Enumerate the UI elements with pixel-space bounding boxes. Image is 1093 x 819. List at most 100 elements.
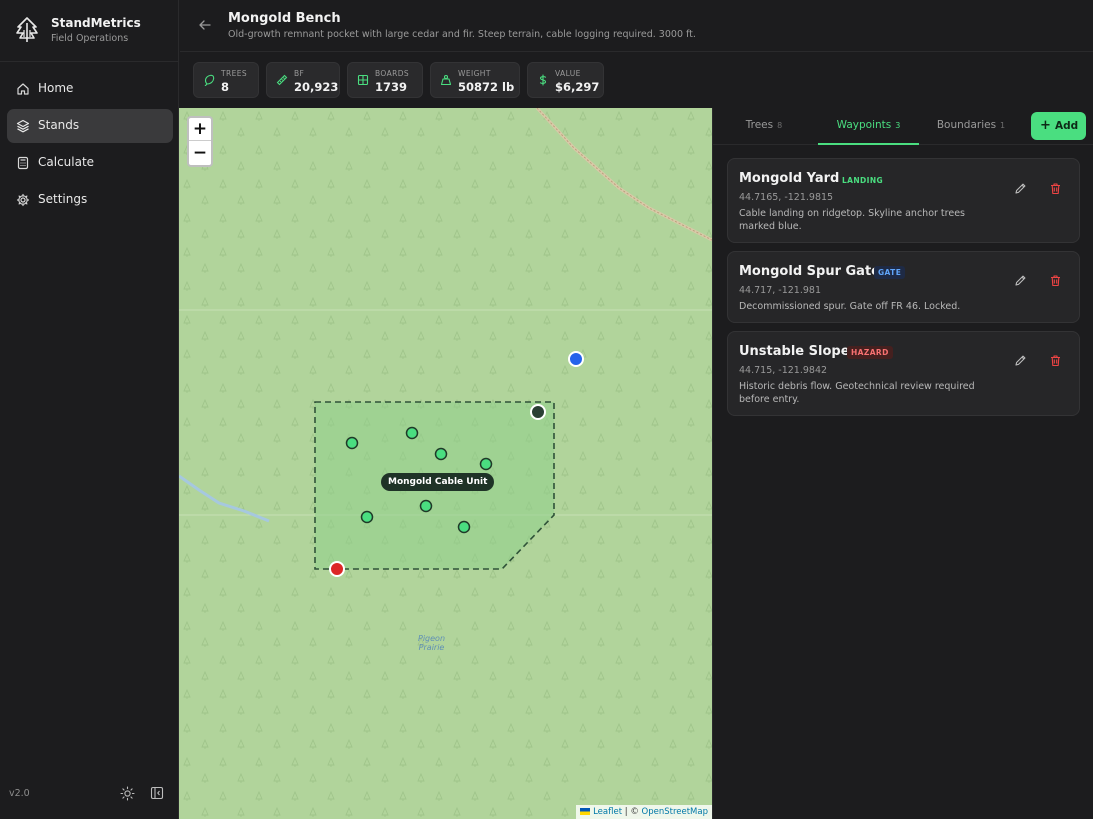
stat-value: $6,297	[555, 80, 600, 94]
leaflet-link[interactable]: Leaflet	[593, 807, 622, 817]
nav-item-calculate[interactable]: Calculate	[7, 146, 173, 180]
collapse-sidebar-icon[interactable]	[150, 786, 164, 800]
polygon-label: Mongold Cable Unit	[381, 473, 495, 491]
zoom-in-button[interactable]: +	[189, 118, 211, 141]
tab-boundaries[interactable]: Boundaries 1	[929, 108, 1013, 145]
place-label-line2: Prairie	[418, 643, 445, 652]
tree-marker[interactable]	[360, 510, 374, 524]
stat-label: BF	[294, 69, 305, 78]
waypoint-coords: 44.717, -121.981	[739, 285, 821, 296]
stat-trees: TREES 8	[193, 62, 259, 98]
gear-icon	[16, 193, 30, 207]
app-root: StandMetrics Field Operations Home Stand…	[0, 0, 1093, 819]
sidebar: StandMetrics Field Operations Home Stand…	[0, 0, 179, 819]
page-header: Mongold Bench Old-growth remnant pocket …	[180, 0, 1093, 52]
tab-count: 3	[895, 121, 901, 130]
tab-label: Boundaries	[936, 119, 997, 131]
tab-trees[interactable]: Trees 8	[731, 108, 797, 145]
map-view[interactable]: Mongold Cable Unit Pigeon Prairie + − Le…	[179, 108, 712, 819]
waypoint-description: Historic debris flow. Geotechnical revie…	[739, 381, 975, 405]
brand: StandMetrics Field Operations	[0, 0, 179, 62]
theme-toggle-sun-icon[interactable]	[120, 786, 135, 801]
nav-item-stands[interactable]: Stands	[7, 109, 173, 143]
nav-label-stands: Stands	[38, 118, 80, 132]
waypoint-description: Cable landing on ridgetop. Skyline ancho…	[739, 208, 965, 232]
delete-trash-icon[interactable]	[1049, 354, 1062, 367]
stat-boards: BOARDS 1739	[347, 62, 423, 98]
nav-label-home: Home	[38, 81, 74, 95]
tab-waypoints[interactable]: Waypoints 3	[818, 108, 919, 145]
stat-value: 1739	[375, 80, 408, 94]
nav-label-settings: Settings	[38, 192, 88, 206]
app-name: StandMetrics	[51, 16, 141, 30]
edit-pencil-icon[interactable]	[1014, 354, 1027, 367]
tree-marker[interactable]	[405, 426, 419, 440]
place-label: Pigeon Prairie	[418, 634, 445, 652]
ruler-icon	[276, 74, 288, 86]
waypoint-card-landing[interactable]: Mongold Yard LANDING 44.7165, -121.9815 …	[727, 158, 1080, 243]
logo-icon	[16, 17, 38, 42]
delete-trash-icon[interactable]	[1049, 274, 1062, 287]
dollar-icon	[539, 74, 547, 86]
back-arrow-icon[interactable]	[198, 18, 212, 32]
tree-marker[interactable]	[419, 499, 433, 513]
landing-waypoint-marker[interactable]	[530, 404, 546, 420]
tab-count: 8	[777, 121, 783, 130]
nav-item-settings[interactable]: Settings	[7, 183, 173, 217]
page-subtitle: Old-growth remnant pocket with large ced…	[228, 29, 696, 40]
stat-label: BOARDS	[375, 69, 410, 78]
layers-icon	[16, 119, 30, 133]
tree-marker[interactable]	[457, 520, 471, 534]
waypoint-type-badge: LANDING	[842, 176, 884, 185]
tab-count: 1	[1000, 121, 1006, 130]
stat-label: WEIGHT	[458, 69, 491, 78]
map-attribution: Leaflet | © OpenStreetMap	[576, 805, 712, 819]
stats-bar: TREES 8 BF 20,923 BOARDS 1739 WEIGHT 508…	[180, 52, 1093, 108]
add-waypoint-button[interactable]: + Add	[1031, 112, 1086, 140]
detail-panel: Trees 8 Waypoints 3 Boundaries 1 + Add Mong…	[712, 108, 1093, 819]
waypoint-coords: 44.715, -121.9842	[739, 365, 828, 376]
tree-marker[interactable]	[434, 447, 448, 461]
gate-waypoint-marker[interactable]	[568, 351, 584, 367]
zoom-control: + −	[187, 116, 213, 167]
waypoint-card-hazard[interactable]: Unstable Slope HAZARD 44.715, -121.9842 …	[727, 331, 1080, 416]
waypoint-coords: 44.7165, -121.9815	[739, 192, 834, 203]
stat-value-dollars: VALUE $6,297	[527, 62, 604, 98]
nav-item-home[interactable]: Home	[7, 72, 173, 106]
delete-trash-icon[interactable]	[1049, 182, 1062, 195]
app-version: v2.0	[9, 788, 30, 799]
stat-weight: WEIGHT 50872 lb	[430, 62, 520, 98]
stat-value: 20,923	[294, 80, 339, 94]
home-icon	[17, 83, 29, 95]
page-title: Mongold Bench	[228, 11, 341, 26]
osm-link[interactable]: OpenStreetMap	[642, 807, 708, 817]
app-subtitle: Field Operations	[51, 33, 129, 44]
grid-icon	[357, 74, 369, 86]
edit-pencil-icon[interactable]	[1014, 274, 1027, 287]
tree-marker[interactable]	[479, 457, 493, 471]
add-button-label: Add	[1055, 120, 1079, 132]
waypoint-name: Mongold Spur Gate	[739, 264, 880, 279]
stat-label: VALUE	[555, 69, 581, 78]
map-markers	[329, 351, 584, 577]
waypoint-name: Mongold Yard	[739, 171, 840, 186]
waypoint-card-gate[interactable]: Mongold Spur Gate GATE 44.717, -121.981 …	[727, 251, 1080, 323]
plus-icon: +	[1040, 118, 1051, 133]
weight-icon	[440, 74, 452, 86]
edit-pencil-icon[interactable]	[1014, 182, 1027, 195]
tab-label: Trees	[745, 119, 774, 131]
ukraine-flag-icon	[580, 808, 591, 815]
stat-value: 50872 lb	[458, 80, 515, 94]
tab-label: Waypoints	[836, 119, 892, 131]
waypoint-name: Unstable Slope	[739, 344, 850, 359]
place-label-line1: Pigeon	[418, 634, 446, 643]
stat-bf: BF 20,923	[266, 62, 340, 98]
stat-value: 8	[221, 80, 230, 94]
waypoint-type-badge: GATE	[874, 266, 906, 279]
hazard-waypoint-marker[interactable]	[329, 561, 345, 577]
nav-label-calculate: Calculate	[38, 155, 95, 169]
calculator-icon	[17, 156, 29, 170]
zoom-out-button[interactable]: −	[189, 142, 211, 165]
tree-marker[interactable]	[345, 436, 359, 450]
waypoint-description: Decommissioned spur. Gate off FR 46. Loc…	[739, 301, 961, 312]
